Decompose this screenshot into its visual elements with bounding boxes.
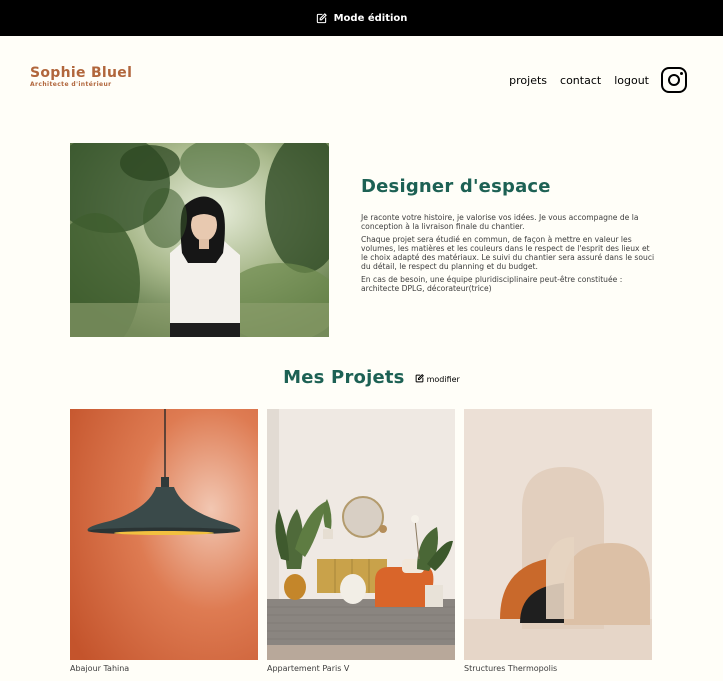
edit-icon bbox=[415, 374, 424, 385]
project-caption: Appartement Paris V bbox=[267, 664, 350, 673]
brand-name: Sophie Bluel bbox=[30, 65, 133, 81]
architect-portrait bbox=[70, 143, 329, 337]
intro-title: Designer d'espace bbox=[361, 176, 551, 197]
intro-paragraph: Je raconte votre histoire, je valorise v… bbox=[361, 213, 639, 231]
projects-title: Mes Projets bbox=[283, 367, 405, 388]
intro-section: Designer d'espace Je raconte votre histo… bbox=[361, 176, 656, 297]
site-logo[interactable]: Sophie Bluel Architecte d'intérieur bbox=[30, 65, 133, 89]
projects-header: Mes Projets modifier bbox=[0, 367, 723, 388]
nav-link-logout[interactable]: logout bbox=[614, 74, 649, 87]
project-card[interactable]: Structures Thermopolis bbox=[464, 409, 652, 673]
project-image-apartment bbox=[267, 409, 455, 660]
edit-projects-label: modifier bbox=[426, 375, 460, 384]
edit-mode-label: Mode édition bbox=[333, 12, 408, 24]
brand-subtitle: Architecte d'intérieur bbox=[30, 81, 112, 88]
project-caption: Abajour Tahina bbox=[70, 664, 130, 673]
intro-paragraph: Chaque projet sera étudié en commun, de … bbox=[361, 235, 655, 271]
edit-projects-button[interactable]: modifier bbox=[415, 374, 460, 385]
nav-link-projets[interactable]: projets bbox=[509, 74, 547, 87]
edit-mode-bar: Mode édition bbox=[0, 0, 723, 36]
instagram-icon[interactable] bbox=[661, 67, 687, 93]
project-card[interactable]: Appartement Paris V bbox=[267, 409, 455, 673]
intro-paragraph: En cas de besoin, une équipe pluridiscip… bbox=[361, 275, 623, 293]
main-nav: projets contact logout bbox=[509, 74, 649, 87]
project-caption: Structures Thermopolis bbox=[464, 664, 558, 673]
project-image-lamp bbox=[70, 409, 258, 660]
nav-link-contact[interactable]: contact bbox=[560, 74, 601, 87]
edit-icon bbox=[316, 12, 327, 24]
project-card[interactable]: Abajour Tahina bbox=[70, 409, 258, 673]
project-image-structures bbox=[464, 409, 652, 660]
